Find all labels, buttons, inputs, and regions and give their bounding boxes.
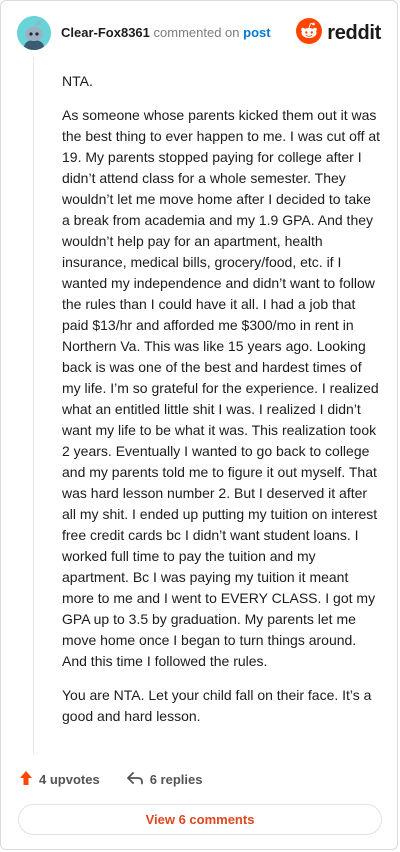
reply-count: 6 replies — [149, 771, 203, 787]
reddit-wordmark: reddit — [327, 21, 381, 44]
reddit-logo-icon — [296, 17, 323, 49]
comment-body: NTA. As someone whose parents kicked the… — [62, 71, 382, 740]
thread-line[interactable] — [33, 57, 34, 754]
post-link[interactable]: post — [243, 25, 270, 40]
comment-actions: 4 upvotes 6 replies — [19, 767, 202, 791]
upvote-button[interactable]: 4 upvotes — [19, 770, 100, 789]
comment-paragraph: NTA. — [62, 73, 93, 89]
comment-meta: Clear-Fox8361 commented on post — [61, 25, 271, 41]
upvote-arrow-icon — [19, 770, 33, 789]
comment-paragraph: As someone whose parents kicked them out… — [62, 107, 381, 669]
replies-button[interactable]: 6 replies — [126, 771, 203, 788]
comment-paragraph: You are NTA. Let your child fall on thei… — [62, 687, 372, 724]
username-link[interactable]: Clear-Fox8361 — [61, 25, 150, 40]
snoo-avatar-icon[interactable] — [17, 16, 51, 50]
commented-on-text: commented on — [153, 25, 240, 40]
view-comments-button[interactable]: View 6 comments — [18, 804, 382, 835]
reply-arrow-icon — [126, 771, 144, 788]
upvote-count: 4 upvotes — [39, 771, 100, 787]
comment-card: Clear-Fox8361 commented on post reddit N… — [0, 0, 398, 850]
reddit-brand[interactable]: reddit — [296, 17, 381, 49]
comment-header: Clear-Fox8361 commented on post reddit — [17, 15, 381, 51]
